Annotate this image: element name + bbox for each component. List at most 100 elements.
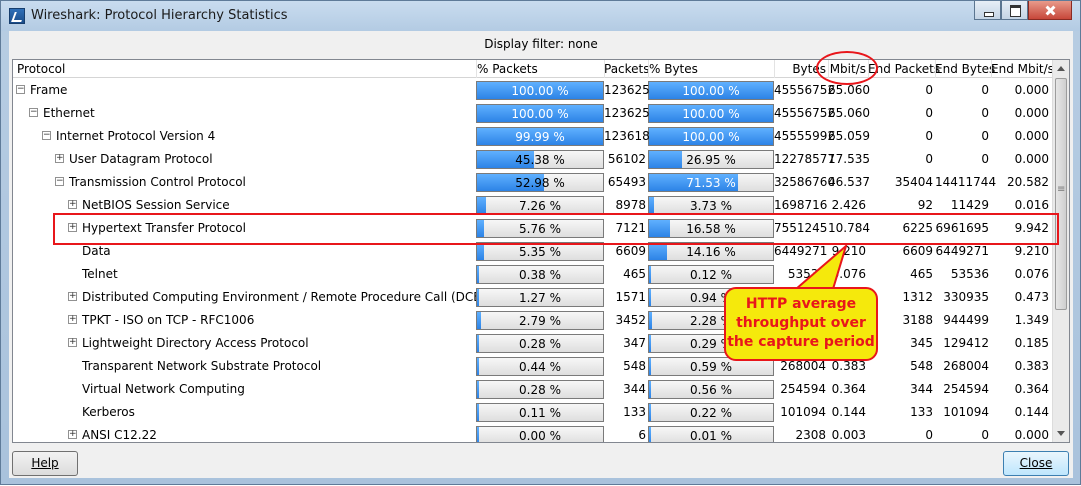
- packets-cell: 3452: [615, 313, 646, 327]
- col-header-end-packets[interactable]: End Packets: [868, 62, 940, 76]
- end-packets-cell: 0: [925, 428, 933, 442]
- expand-icon[interactable]: +: [68, 292, 77, 301]
- vertical-scrollbar[interactable]: [1052, 60, 1069, 442]
- table-row[interactable]: + Lightweight Directory Access Protocol 0.…: [13, 332, 1053, 355]
- expand-icon[interactable]: +: [68, 430, 77, 439]
- table-row[interactable]: + ANSI C12.22 0.00 % 0.01 % 6 2308 0.003 0 0 0.00…: [13, 424, 1053, 442]
- bar-percent-text: 2.79 %: [519, 314, 561, 328]
- column-divider[interactable]: [604, 60, 605, 78]
- col-header-mbits[interactable]: Mbit/s: [828, 62, 866, 76]
- table-row[interactable]: + TPKT - ISO on TCP - RFC1006 2.79 % 2.28 %…: [13, 309, 1053, 332]
- scroll-up-arrow-icon[interactable]: [1057, 66, 1065, 71]
- end-mbits-cell: 0.000: [1014, 428, 1049, 442]
- packets-cell: 344: [623, 382, 646, 396]
- table-row[interactable]: Telnet 0.38 % 0.12 % 465 53536 0.076 465 53536 0…: [13, 263, 1053, 286]
- protocol-name: TPKT - ISO on TCP - RFC1006: [82, 313, 255, 327]
- table-row[interactable]: − Transmission Control Protocol 52.98 % 71.…: [13, 171, 1053, 194]
- pct-packets-bar: 0.28 %: [476, 380, 604, 399]
- pct-packets-bar: 0.11 %: [476, 403, 604, 422]
- end-bytes-cell: 101094: [943, 405, 989, 419]
- end-mbits-cell: 0.016: [1014, 198, 1049, 212]
- protocol-name: Lightweight Directory Access Protocol: [82, 336, 309, 350]
- pct-bytes-bar: 16.58 %: [648, 219, 774, 238]
- scroll-down-arrow-icon[interactable]: [1057, 431, 1065, 436]
- packets-cell: 123625: [604, 83, 650, 97]
- table-row[interactable]: Transparent Network Substrate Protocol 0.…: [13, 355, 1053, 378]
- bar-percent-text: 100.00 %: [511, 107, 569, 121]
- bar-percent-text: 1.27 %: [519, 291, 561, 305]
- table-row[interactable]: − Internet Protocol Version 4 99.99 % 100.0…: [13, 125, 1053, 148]
- bar-percent-text: 0.28 %: [519, 337, 561, 351]
- close-window-button[interactable]: [1028, 1, 1072, 20]
- expand-icon[interactable]: +: [68, 315, 77, 324]
- collapse-icon[interactable]: −: [16, 85, 25, 94]
- expand-icon[interactable]: +: [68, 223, 77, 232]
- packets-cell: 6609: [615, 244, 646, 258]
- protocol-name: NetBIOS Session Service: [82, 198, 230, 212]
- table-row[interactable]: Virtual Network Computing 0.28 % 0.56 % 344…: [13, 378, 1053, 401]
- display-filter-label: Display filter: none: [484, 37, 598, 51]
- end-mbits-cell: 0.473: [1014, 290, 1049, 304]
- expand-icon[interactable]: +: [68, 200, 77, 209]
- bytes-cell: 32586760: [774, 175, 836, 189]
- table-row[interactable]: + Distributed Computing Environment / Rem…: [13, 286, 1053, 309]
- protocol-name: Internet Protocol Version 4: [56, 129, 216, 143]
- bytes-cell: 7551245: [774, 221, 828, 235]
- end-bytes-cell: 11429: [950, 198, 989, 212]
- column-divider[interactable]: [935, 60, 936, 78]
- table-row[interactable]: + NetBIOS Session Service 7.26 % 3.73 % 8978…: [13, 194, 1053, 217]
- bytes-cell: 12278577: [774, 152, 836, 166]
- minimize-button[interactable]: [974, 1, 1001, 20]
- col-header-protocol[interactable]: Protocol: [17, 62, 65, 76]
- mbits-cell: 2.426: [831, 198, 866, 212]
- scroll-thumb[interactable]: [1055, 78, 1067, 310]
- end-packets-cell: 344: [910, 382, 933, 396]
- protocol-tree-table[interactable]: Protocol % Packets Packets% Bytes Bytes Mbit…: [12, 59, 1070, 443]
- bytes-cell: 45556752: [774, 106, 836, 120]
- column-divider[interactable]: [991, 60, 992, 78]
- table-row[interactable]: + User Datagram Protocol 45.38 % 26.95 % 561…: [13, 148, 1053, 171]
- column-divider[interactable]: [828, 60, 829, 78]
- mbits-cell: 0.003: [831, 428, 866, 442]
- maximize-button[interactable]: [1001, 1, 1028, 20]
- end-bytes-cell: 0: [981, 129, 989, 143]
- column-divider[interactable]: [476, 60, 477, 78]
- help-button[interactable]: Help: [12, 451, 78, 476]
- column-divider[interactable]: [774, 60, 775, 78]
- col-header-pct-bytes[interactable]: % Bytes: [649, 62, 698, 76]
- collapse-icon[interactable]: −: [42, 131, 51, 140]
- column-divider[interactable]: [648, 60, 649, 78]
- end-mbits-cell: 0.000: [1014, 129, 1049, 143]
- bar-percent-text: 100.00 %: [511, 84, 569, 98]
- col-header-pct-packets[interactable]: % Packets: [477, 62, 538, 76]
- mbits-cell: 0.383: [831, 359, 866, 373]
- table-row[interactable]: − Ethernet 100.00 % 100.00 % 123625 45556752 6…: [13, 102, 1053, 125]
- bytes-cell: 1698716: [774, 198, 828, 212]
- col-header-packets[interactable]: Packets: [604, 62, 650, 76]
- packets-cell: 56102: [607, 152, 646, 166]
- collapse-icon[interactable]: −: [29, 108, 38, 117]
- col-header-bytes[interactable]: Bytes: [774, 62, 826, 76]
- bar-percent-text: 0.56 %: [690, 383, 732, 397]
- expand-icon[interactable]: +: [55, 154, 64, 163]
- end-mbits-cell: 0.364: [1014, 382, 1049, 396]
- bytes-cell: 53536: [787, 267, 826, 281]
- packets-cell: 347: [623, 336, 646, 350]
- col-header-end-mbits[interactable]: End Mbit/s: [991, 62, 1054, 76]
- collapse-icon[interactable]: −: [55, 177, 64, 186]
- close-button[interactable]: Close: [1003, 451, 1069, 476]
- mbits-cell: 0.144: [831, 405, 866, 419]
- bar-percent-text: 5.35 %: [519, 245, 561, 259]
- protocol-name: Transmission Control Protocol: [69, 175, 246, 189]
- table-row[interactable]: − Frame 100.00 % 100.00 % 123625 45556752 65.0…: [13, 79, 1053, 102]
- end-bytes-cell: 14411744: [935, 175, 997, 189]
- end-packets-cell: 133: [910, 405, 933, 419]
- column-divider[interactable]: [868, 60, 869, 78]
- col-header-end-bytes[interactable]: End Bytes: [935, 62, 995, 76]
- expand-icon[interactable]: +: [68, 338, 77, 347]
- end-bytes-cell: 944499: [943, 313, 989, 327]
- table-row[interactable]: Data 5.35 % 14.16 % 6609 6449271 9.210 6609 644…: [13, 240, 1053, 263]
- end-packets-cell: 6225: [902, 221, 933, 235]
- table-row[interactable]: + Hypertext Transfer Protocol 5.76 % 16.58 …: [13, 217, 1053, 240]
- table-row[interactable]: Kerberos 0.11 % 0.22 % 133 101094 0.144 133 101…: [13, 401, 1053, 424]
